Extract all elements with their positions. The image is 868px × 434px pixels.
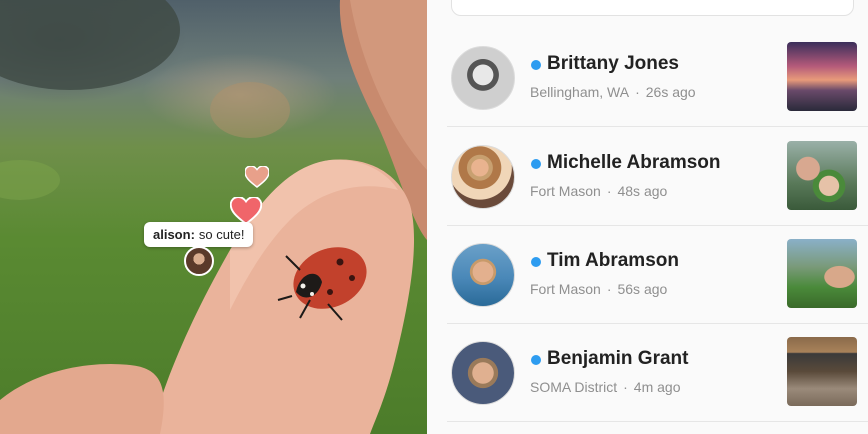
friend-location: Bellingham, WA [530, 84, 630, 100]
live-comment: alison: so cute! [144, 222, 254, 247]
friend-name: Brittany Jones [547, 53, 679, 74]
story-thumbnail[interactable] [787, 337, 857, 406]
story-thumbnail[interactable] [787, 239, 857, 308]
friend-avatar[interactable] [451, 341, 515, 405]
friend-meta: Fort Mason · 56s ago [530, 281, 667, 297]
separator-dot: · [635, 84, 640, 100]
friend-avatar[interactable] [451, 145, 515, 209]
friend-location: Fort Mason [530, 183, 601, 199]
friend-location: Fort Mason [530, 281, 601, 297]
comment-text: so cute! [198, 227, 245, 242]
story-thumbnail[interactable] [787, 42, 857, 111]
friend-meta: Bellingham, WA · 26s ago [530, 84, 696, 100]
friend-time: 48s ago [617, 183, 668, 199]
commenter-avatar[interactable] [184, 246, 214, 276]
online-status-dot [531, 257, 541, 267]
search-bar[interactable] [451, 0, 854, 16]
friend-location: SOMA District [530, 379, 618, 395]
online-status-dot [531, 60, 541, 70]
friend-meta: Fort Mason · 48s ago [530, 183, 667, 199]
online-status-dot [531, 355, 541, 365]
comment-username: alison: [153, 227, 195, 242]
friend-time: 56s ago [617, 281, 668, 297]
friend-name: Michelle Abramson [547, 152, 721, 173]
friend-time: 26s ago [645, 84, 696, 100]
friend-avatar[interactable] [451, 243, 515, 307]
friend-time: 4m ago [633, 379, 681, 395]
friends-list-panel: Brittany Jones Bellingham, WA · 26s ago Mi… [427, 0, 868, 434]
story-thumbnail[interactable] [787, 141, 857, 210]
friend-row[interactable]: Brittany Jones Bellingham, WA · 26s ago [447, 28, 868, 127]
online-status-dot [531, 159, 541, 169]
friend-name: Benjamin Grant [547, 348, 689, 369]
separator-dot: · [606, 183, 612, 199]
separator-dot: · [623, 379, 628, 395]
live-video-panel[interactable]: alison: so cute! [0, 0, 427, 434]
friend-avatar[interactable] [451, 46, 515, 110]
friend-meta: SOMA District · 4m ago [530, 379, 681, 395]
friend-row[interactable]: Michelle Abramson Fort Mason · 48s ago [447, 127, 868, 226]
friend-row[interactable]: Tim Abramson Fort Mason · 56s ago [447, 225, 868, 324]
video-scene [0, 0, 427, 434]
separator-dot: · [606, 281, 612, 297]
friend-name: Tim Abramson [547, 250, 679, 271]
heart-icon [245, 166, 269, 188]
friend-row[interactable]: Benjamin Grant SOMA District · 4m ago [447, 323, 868, 422]
heart-icon [230, 197, 262, 225]
